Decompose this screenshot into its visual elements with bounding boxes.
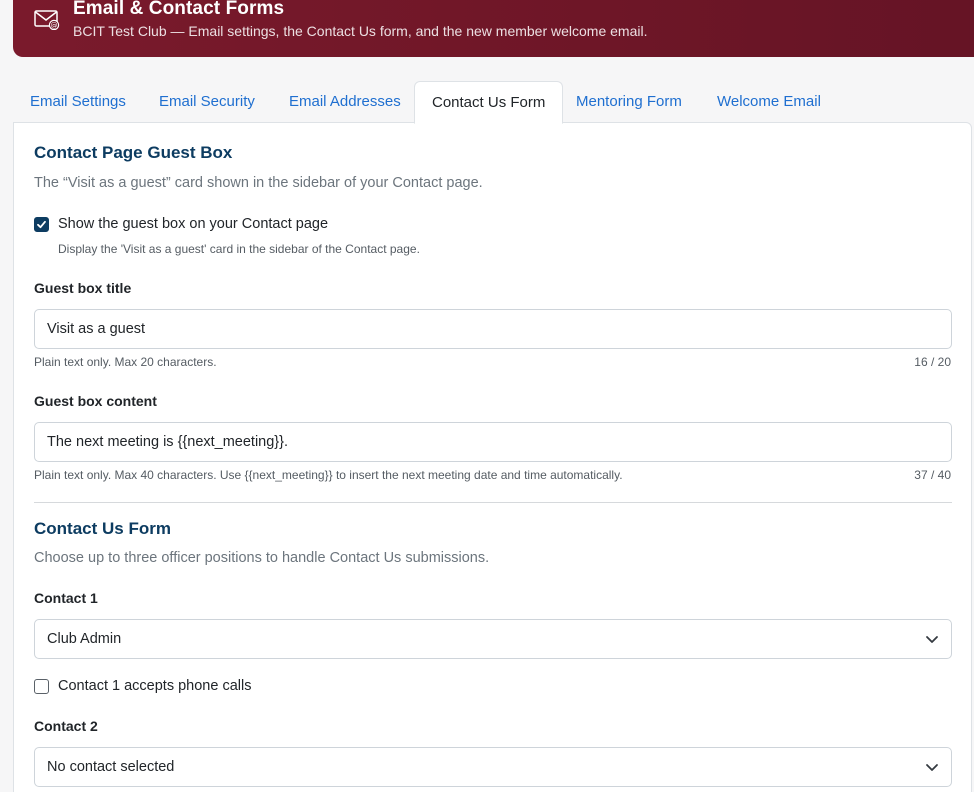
contact-form-section-description: Choose up to three officer positions to …	[34, 550, 490, 566]
guest-box-title-input[interactable]: Visit as a guest	[34, 309, 952, 349]
page-title: Email & Contact Forms	[73, 0, 285, 19]
tab-email-settings[interactable]: Email Settings	[13, 81, 143, 123]
contact-1-phone-label: Contact 1 accepts phone calls	[58, 678, 252, 694]
guest-box-section-description: The “Visit as a guest” card shown in the…	[34, 175, 483, 191]
contact-1-selected-value: Club Admin	[47, 631, 122, 647]
show-guest-box-label: Show the guest box on your Contact page	[58, 216, 329, 232]
guest-box-section-title: Contact Page Guest Box	[34, 143, 233, 162]
page-subtitle: BCIT Test Club — Email settings, the Con…	[73, 23, 648, 39]
tab-contact-us-form[interactable]: Contact Us Form	[414, 81, 564, 124]
contact-2-selected-value: No contact selected	[47, 759, 175, 775]
tab-mentoring-form[interactable]: Mentoring Form	[559, 81, 699, 123]
contact-2-select[interactable]: No contact selected	[34, 747, 952, 787]
guest-box-title-counter: 16 / 20	[914, 355, 951, 369]
guest-box-content-label: Guest box content	[34, 393, 157, 409]
checkmark-icon	[37, 220, 46, 228]
chevron-down-icon	[926, 764, 938, 771]
show-guest-box-checkbox[interactable]	[34, 216, 49, 232]
show-guest-box-help: Display the 'Visit as a guest' card in t…	[58, 242, 420, 256]
contact-2-label: Contact 2	[34, 718, 98, 734]
contact-1-phone-option[interactable]: Contact 1 accepts phone calls	[34, 676, 251, 696]
guest-box-content-help: Plain text only. Max 40 characters. Use …	[34, 468, 623, 482]
tab-welcome-email[interactable]: Welcome Email	[700, 81, 838, 123]
guest-box-content-input[interactable]: The next meeting is {{next_meeting}}.	[34, 422, 952, 462]
guest-box-content-counter: 37 / 40	[914, 468, 951, 482]
show-guest-box-option[interactable]: Show the guest box on your Contact page	[34, 214, 328, 234]
tab-email-addresses[interactable]: Email Addresses	[272, 81, 418, 123]
section-divider	[34, 502, 952, 503]
contact-1-phone-checkbox[interactable]	[34, 678, 49, 694]
envelope-at-icon: @	[34, 10, 60, 30]
svg-text:@: @	[51, 22, 58, 30]
guest-box-title-label: Guest box title	[34, 280, 132, 296]
settings-tabs: Email Settings Email Security Email Addr…	[13, 81, 974, 124]
contact-1-select[interactable]: Club Admin	[34, 619, 952, 659]
guest-box-title-help: Plain text only. Max 20 characters.	[34, 355, 217, 369]
tab-email-security[interactable]: Email Security	[142, 81, 272, 123]
contact-form-section-title: Contact Us Form	[34, 519, 171, 538]
tab-content-card: Contact Page Guest Box The “Visit as a g…	[13, 122, 972, 792]
page-header: @ Email & Contact Forms BCIT Test Club —…	[13, 0, 974, 57]
contact-1-label: Contact 1	[34, 590, 98, 606]
chevron-down-icon	[926, 636, 938, 643]
